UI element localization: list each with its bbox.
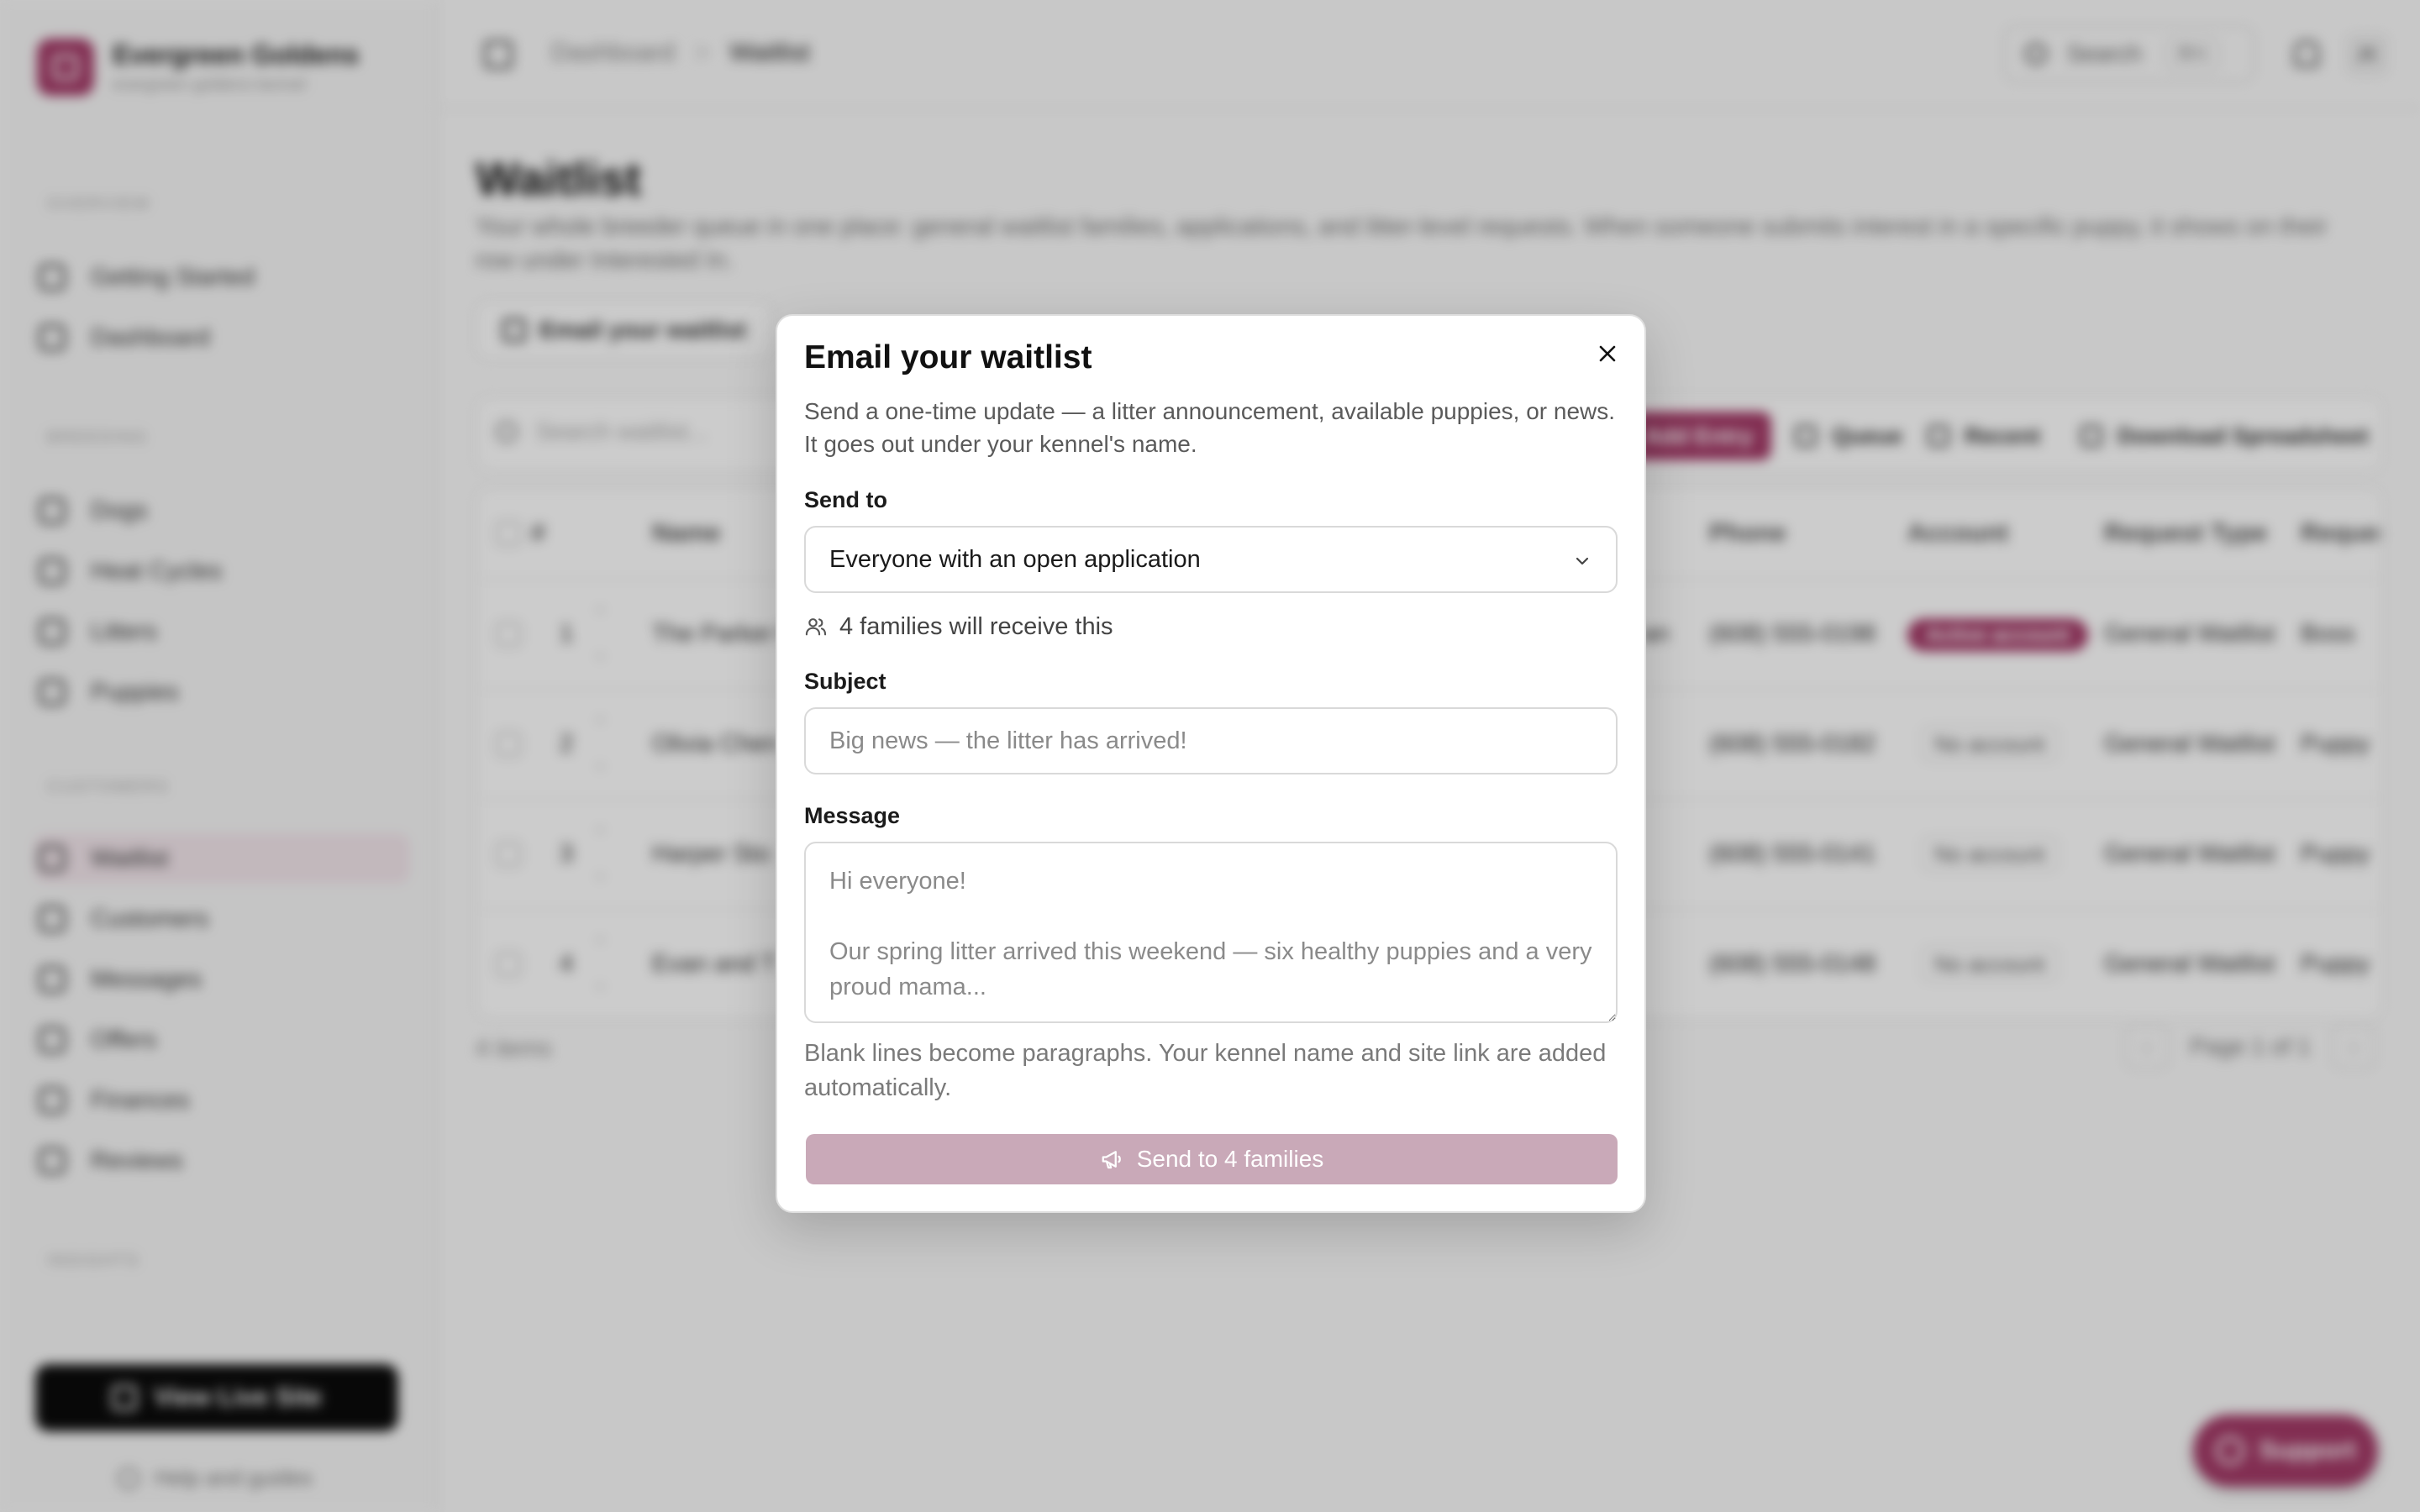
dialog-description: Send a one-time update — a litter announ… — [804, 398, 1616, 457]
dialog-title: Email your waitlist — [804, 339, 1092, 375]
send-button[interactable]: Send to 4 families — [806, 1134, 1618, 1184]
close-icon — [1599, 345, 1616, 362]
chevron-down-icon — [1576, 557, 1589, 565]
email-waitlist-dialog: Email your waitlist Send a one-time upda… — [776, 314, 1646, 1213]
recipient-count-text: 4 families will receive this — [839, 612, 1113, 640]
subject-input[interactable] — [804, 707, 1618, 774]
megaphone-icon — [1102, 1151, 1121, 1169]
message-hint: Blank lines become paragraphs. Your kenn… — [804, 1040, 1607, 1101]
users-icon — [805, 618, 827, 636]
send-button-label: Send to 4 families — [1136, 1146, 1324, 1172]
send-to-select[interactable]: Everyone with an open application — [804, 526, 1618, 593]
subject-label: Subject — [804, 669, 886, 694]
message-label: Message — [804, 803, 901, 828]
message-textarea[interactable] — [804, 842, 1618, 1023]
recipient-count: 4 families will receive this — [804, 610, 1113, 643]
send-to-value: Everyone with an open application — [829, 545, 1201, 573]
close-button[interactable] — [1593, 339, 1622, 368]
send-to-label: Send to — [804, 487, 887, 512]
